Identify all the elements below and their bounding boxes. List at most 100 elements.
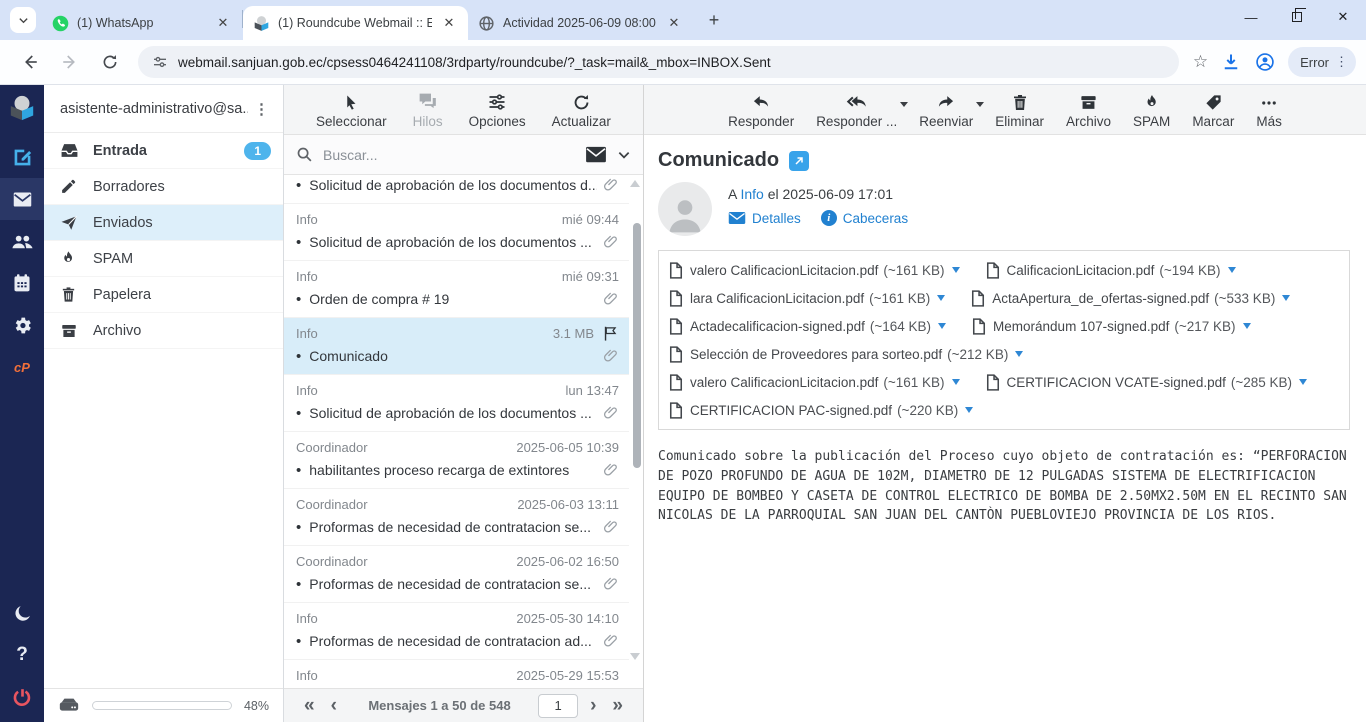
reload-button[interactable] <box>94 46 126 78</box>
attachment-menu-caret[interactable] <box>938 323 946 329</box>
archive-button[interactable]: Archivo <box>1066 90 1111 129</box>
tab-roundcube-active[interactable]: (1) Roundcube Webmail :: Envia ✕ <box>243 6 468 40</box>
url-bar[interactable]: webmail.sanjuan.gob.ec/cpsess0464241108/… <box>138 46 1179 78</box>
kebab-menu-icon[interactable]: ⋮ <box>248 100 275 118</box>
threads-button[interactable]: Hilos <box>413 90 443 129</box>
attachment-item[interactable]: CERTIFICACION PAC-signed.pdf(~220 KB) <box>669 396 973 424</box>
attachment-menu-caret[interactable] <box>1299 379 1307 385</box>
message-row[interactable]: Coordinador2025-06-02 16:50 •Proformas d… <box>284 546 629 603</box>
options-button[interactable]: Opciones <box>469 90 526 129</box>
forward-button[interactable] <box>54 46 86 78</box>
attachment-menu-caret[interactable] <box>965 407 973 413</box>
scroll-down-arrow[interactable] <box>630 653 640 660</box>
message-row[interactable]: Info2025-05-30 14:10 •Proformas de neces… <box>284 603 629 660</box>
site-info-icon[interactable] <box>152 54 168 70</box>
window-restore-button[interactable] <box>1274 0 1320 34</box>
prev-page-button[interactable]: ‹ <box>323 696 345 715</box>
tab-whatsapp[interactable]: (1) WhatsApp ✕ <box>42 6 242 40</box>
refresh-button[interactable]: Actualizar <box>552 90 611 129</box>
back-button[interactable] <box>14 46 46 78</box>
attachment-item[interactable]: CERTIFICACION VCATE-signed.pdf(~285 KB) <box>986 368 1307 396</box>
attachment-menu-caret[interactable] <box>952 379 960 385</box>
select-button[interactable]: Seleccionar <box>316 90 387 129</box>
chevron-down-icon[interactable] <box>900 102 908 107</box>
message-row[interactable]: Coordinador2025-06-03 13:11 •Proformas d… <box>284 489 629 546</box>
spam-button[interactable]: SPAM <box>1133 90 1170 129</box>
attachment-item[interactable]: valero CalificacionLicitacion.pdf(~161 K… <box>669 256 960 284</box>
attachment-menu-caret[interactable] <box>952 267 960 273</box>
attachment-menu-caret[interactable] <box>1228 267 1236 273</box>
message-subject: Proformas de necesidad de contratacion s… <box>309 576 597 592</box>
bookmark-star-icon[interactable]: ☆ <box>1193 52 1208 72</box>
chevron-down-icon[interactable] <box>976 102 984 107</box>
close-icon[interactable]: ✕ <box>440 14 458 32</box>
sidebar-item-archivo[interactable]: Archivo <box>44 313 283 349</box>
mark-button[interactable]: Marcar <box>1192 90 1234 129</box>
attachment-item[interactable]: Actadecalificacion-signed.pdf(~164 KB) <box>669 312 946 340</box>
details-button[interactable]: Detalles <box>728 210 801 226</box>
flag-icon[interactable] <box>602 325 619 342</box>
account-header[interactable]: asistente-administrativo@sa... ⋮ <box>44 85 283 133</box>
search-scope-mail-icon[interactable] <box>585 146 607 164</box>
window-close-button[interactable]: ✕ <box>1320 0 1366 34</box>
attachment-item[interactable]: valero CalificacionLicitacion.pdf(~161 K… <box>669 368 960 396</box>
forward-button-mail[interactable]: Reenviar <box>919 90 973 129</box>
message-row-selected[interactable]: Info3.1 MB •Comunicado <box>284 318 629 375</box>
window-minimize-button[interactable]: — <box>1228 0 1274 34</box>
mail-nav-button[interactable] <box>0 178 44 220</box>
settings-nav-button[interactable] <box>0 304 44 346</box>
message-row[interactable]: Coordinador2025-06-05 10:39 •habilitante… <box>284 432 629 489</box>
sidebar-item-spam[interactable]: SPAM <box>44 241 283 277</box>
logout-button[interactable] <box>0 676 44 718</box>
first-page-button[interactable]: « <box>296 696 323 715</box>
sidebar-item-entrada[interactable]: Entrada 1 <box>44 133 283 169</box>
open-in-new-window-icon[interactable] <box>789 151 809 171</box>
downloads-button[interactable] <box>1221 52 1241 72</box>
reply-button[interactable]: Responder <box>728 90 794 129</box>
next-page-button[interactable]: › <box>582 696 604 715</box>
message-row[interactable]: •Solicitud de aprobación de los document… <box>284 175 629 204</box>
dark-mode-button[interactable] <box>0 592 44 634</box>
tab-search-button[interactable] <box>10 7 36 33</box>
last-page-button[interactable]: » <box>604 696 631 715</box>
attachment-item[interactable]: Memorándum 107-signed.pdf(~217 KB) <box>972 312 1251 340</box>
new-tab-button[interactable]: + <box>701 7 727 33</box>
contacts-nav-button[interactable] <box>0 220 44 262</box>
attachment-menu-caret[interactable] <box>1243 323 1251 329</box>
close-icon[interactable]: ✕ <box>665 14 683 32</box>
scroll-up-arrow[interactable] <box>630 180 640 187</box>
attachment-item[interactable]: CalificacionLicitacion.pdf(~194 KB) <box>986 256 1236 284</box>
message-row[interactable]: Infolun 13:47 •Solicitud de aprobación d… <box>284 375 629 432</box>
attachment-item[interactable]: lara CalificacionLicitacion.pdf(~161 KB) <box>669 284 945 312</box>
attachment-item[interactable]: ActaApertura_de_ofertas-signed.pdf(~533 … <box>971 284 1290 312</box>
tab-actividad[interactable]: Actividad 2025-06-09 08:00:00 ✕ <box>468 6 693 40</box>
paperclip-icon <box>603 462 619 478</box>
page-number-input[interactable] <box>538 694 578 718</box>
kebab-menu-icon[interactable]: ⋮ <box>1335 54 1348 70</box>
cpanel-button[interactable]: cP <box>0 346 44 388</box>
compose-button[interactable] <box>0 136 44 178</box>
sidebar-item-papelera[interactable]: Papelera <box>44 277 283 313</box>
search-input[interactable] <box>323 147 575 163</box>
attachment-menu-caret[interactable] <box>1282 295 1290 301</box>
delete-button[interactable]: Eliminar <box>995 90 1044 129</box>
attachment-menu-caret[interactable] <box>1015 351 1023 357</box>
profile-button[interactable] <box>1255 52 1275 72</box>
reply-all-button[interactable]: Responder ... <box>816 90 897 129</box>
message-row[interactable]: Infomié 09:31 •Orden de compra # 19 <box>284 261 629 318</box>
sidebar-item-enviados[interactable]: Enviados <box>44 205 283 241</box>
attachment-item[interactable]: Selección de Proveedores para sorteo.pdf… <box>669 340 1023 368</box>
message-row[interactable]: Infomié 09:44 •Solicitud de aprobación d… <box>284 204 629 261</box>
help-button[interactable]: ? <box>0 634 44 676</box>
search-options-chevron[interactable] <box>617 148 631 162</box>
more-button[interactable]: Más <box>1256 90 1282 129</box>
recipient-link[interactable]: Info <box>740 186 763 202</box>
message-row[interactable]: Info2025-05-29 15:53 •ORDEN DE COMPRA # … <box>284 660 629 688</box>
calendar-nav-button[interactable] <box>0 262 44 304</box>
list-scrollbar-thumb[interactable] <box>633 223 641 468</box>
attachment-menu-caret[interactable] <box>937 295 945 301</box>
close-icon[interactable]: ✕ <box>214 14 232 32</box>
headers-button[interactable]: i Cabeceras <box>821 210 908 226</box>
browser-profile-error-button[interactable]: Error ⋮ <box>1288 47 1356 77</box>
sidebar-item-borradores[interactable]: Borradores <box>44 169 283 205</box>
